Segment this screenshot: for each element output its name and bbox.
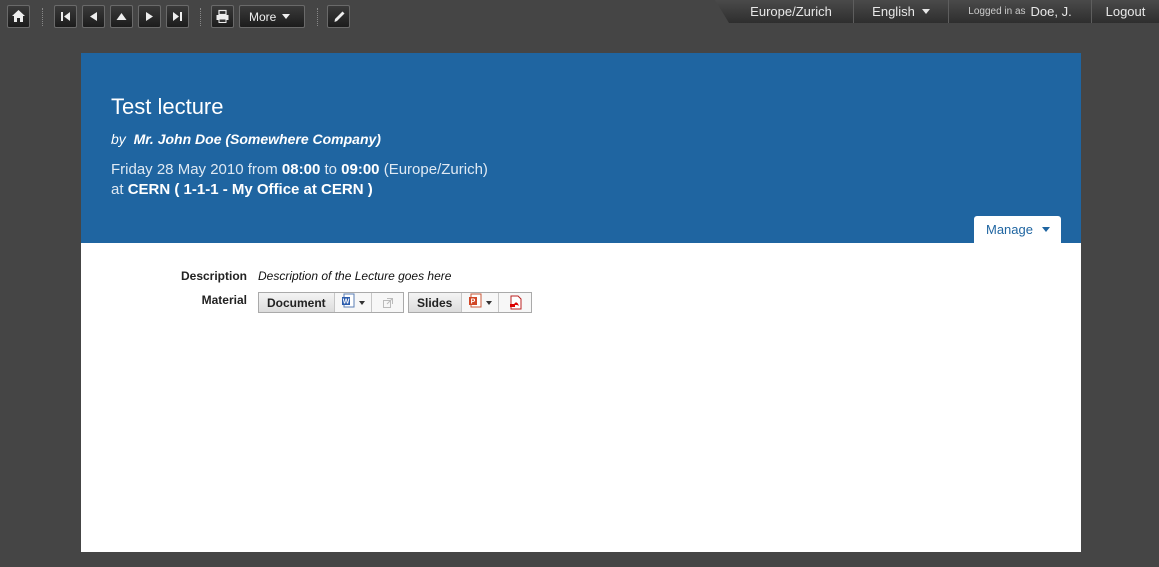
more-menu-button[interactable]: More [239, 5, 305, 28]
pencil-icon[interactable] [327, 5, 350, 28]
chevron-down-icon [359, 300, 365, 305]
svg-text:W: W [343, 298, 350, 305]
language-label: English [872, 4, 915, 19]
material-document: Document W [258, 292, 404, 313]
event-date: Friday 28 May 2010 [111, 161, 244, 178]
location-line: at CERN ( 1-1-1 - My Office at CERN ) [111, 181, 373, 198]
printer-icon[interactable] [211, 5, 234, 28]
material-document-label: Document [267, 295, 326, 310]
toolbar-separator [317, 8, 318, 26]
toolbar-separator [42, 8, 43, 26]
last-page-icon[interactable] [166, 5, 189, 28]
to-label: to [324, 161, 337, 178]
logged-in-label: Logged in as [968, 6, 1026, 17]
manage-label: Manage [986, 222, 1033, 237]
next-icon[interactable] [138, 5, 161, 28]
language-selector[interactable]: English [853, 0, 948, 23]
powerpoint-file-icon: P [468, 293, 483, 313]
external-link-icon[interactable] [372, 293, 403, 312]
home-icon[interactable] [7, 5, 30, 28]
svg-text:P: P [471, 298, 476, 305]
pdf-file-icon[interactable] [499, 293, 531, 312]
from-label: from [247, 161, 278, 178]
logout-label: Logout [1105, 4, 1146, 19]
toolbar-separator [200, 8, 201, 26]
chevron-down-icon [921, 9, 930, 14]
chevron-down-icon [1041, 227, 1050, 232]
date-line: Friday 28 May 2010 from 08:00 to 09:00 (… [111, 161, 488, 178]
chevron-down-icon [282, 14, 291, 19]
page-title: Test lecture [111, 94, 224, 119]
description-text: Description of the Lecture goes here [258, 269, 452, 283]
material-label: Material [201, 293, 247, 307]
timezone-label: Europe/Zurich [750, 4, 832, 19]
description-label: Description [180, 269, 247, 283]
word-file-icon: W [341, 293, 356, 313]
event-panel: Test lecture by Mr. John Doe (Somewhere … [81, 53, 1081, 552]
first-page-icon[interactable] [54, 5, 77, 28]
by-label: by [111, 131, 126, 147]
previous-icon[interactable] [82, 5, 105, 28]
up-icon[interactable] [110, 5, 133, 28]
chevron-down-icon [486, 300, 492, 305]
at-label: at [111, 181, 124, 198]
material-slides: Slides P [408, 292, 532, 313]
speaker-name: Mr. John Doe (Somewhere Company) [133, 131, 381, 147]
event-timezone: (Europe/Zurich) [383, 161, 488, 178]
manage-menu-tab[interactable]: Manage [974, 216, 1061, 243]
event-location: CERN ( 1-1-1 - My Office at CERN ) [127, 181, 373, 198]
material-slides-files-menu[interactable]: P [462, 293, 499, 312]
material-document-button[interactable]: Document [259, 293, 335, 312]
session-bar: Europe/Zurich English Logged in as Doe, … [715, 0, 1159, 23]
logout-link[interactable]: Logout [1091, 0, 1159, 23]
user-menu[interactable]: Logged in as Doe, J. [948, 0, 1091, 23]
end-time: 09:00 [341, 161, 380, 178]
timezone-selector[interactable]: Europe/Zurich [715, 0, 853, 23]
start-time: 08:00 [281, 161, 321, 178]
material-document-files-menu[interactable]: W [335, 293, 372, 312]
event-header: Test lecture by Mr. John Doe (Somewhere … [81, 53, 1081, 243]
material-slides-label: Slides [417, 295, 453, 310]
material-slides-button[interactable]: Slides [409, 293, 462, 312]
user-name: Doe, J. [1030, 4, 1072, 19]
more-label: More [249, 9, 277, 24]
speaker-line: by Mr. John Doe (Somewhere Company) [111, 131, 381, 147]
